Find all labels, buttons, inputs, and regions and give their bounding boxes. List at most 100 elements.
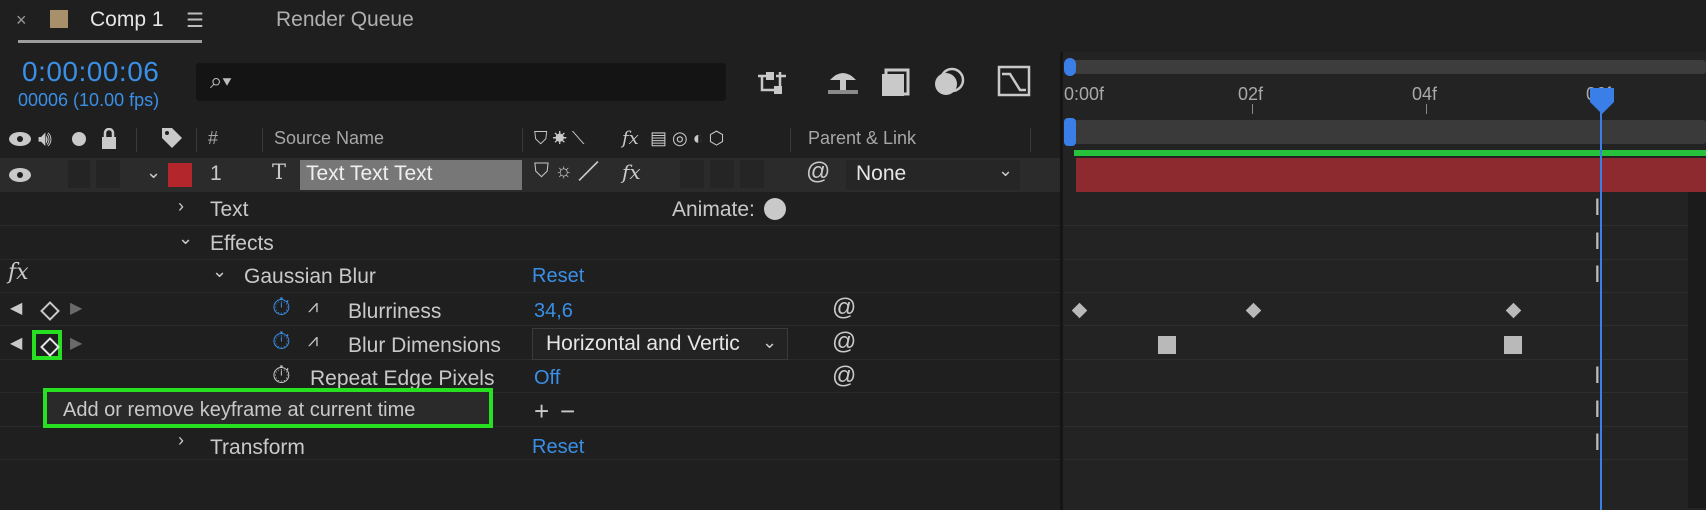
column-separator (262, 128, 263, 152)
prev-keyframe-icon[interactable]: ◀ (10, 298, 22, 318)
property-row-blur-dimensions (0, 326, 1062, 360)
timeline-dim-region (1688, 192, 1706, 508)
frame-count-display: 00006 (10.00 fps) (18, 90, 160, 110)
column-separator (522, 128, 523, 152)
blurriness-value[interactable]: 34,6 (534, 300, 573, 323)
ruler-tick (1426, 104, 1427, 114)
property-row-text (0, 192, 1062, 226)
current-time-display[interactable]: 0:00:00:06 (22, 56, 159, 88)
chevron-down-icon[interactable]: ⌄ (762, 332, 777, 353)
property-row-effects (0, 226, 1062, 260)
prev-keyframe-icon[interactable]: ◀ (10, 333, 22, 353)
chevron-down-icon[interactable]: ⌄ (178, 228, 193, 249)
pick-whip-icon[interactable]: @ (832, 328, 856, 356)
graph-editor-icon[interactable] (996, 64, 1032, 98)
hold-keyframe-marker[interactable] (1504, 336, 1522, 354)
layer-index: 1 (210, 162, 222, 185)
parent-value[interactable]: None (856, 162, 906, 186)
playhead-marker-icon[interactable] (1588, 86, 1616, 116)
cache-bar (1074, 150, 1706, 156)
tab-render-queue[interactable]: Render Queue (276, 8, 414, 32)
effect-gaussian-blur[interactable]: Gaussian Blur (244, 265, 376, 289)
column-separator (196, 128, 197, 152)
layer-duration-bar[interactable] (1076, 158, 1706, 192)
transform-reset-link[interactable]: Reset (532, 436, 584, 459)
next-keyframe-icon[interactable]: ▶ (70, 298, 82, 318)
repeat-edge-value[interactable]: Off (534, 367, 560, 390)
chevron-right-icon[interactable]: › (178, 430, 184, 451)
stopwatch-icon[interactable]: ⏱ (272, 362, 291, 390)
lock-toggle[interactable] (96, 160, 120, 188)
frame-blending-icon[interactable] (880, 66, 912, 98)
stopwatch-icon[interactable]: ⏱ (272, 328, 291, 356)
animate-play-icon[interactable] (764, 198, 786, 220)
layer-switches[interactable]: ⛉ ☼ ╱ (534, 160, 598, 183)
panel-menu-icon[interactable]: ☰ (186, 8, 204, 33)
property-text[interactable]: Text (210, 198, 249, 222)
pick-whip-icon[interactable]: @ (832, 294, 856, 322)
search-input[interactable] (196, 63, 726, 101)
stopwatch-icon[interactable]: ⏱ (272, 294, 291, 322)
property-blur-dimensions: Blur Dimensions (348, 334, 501, 357)
layer-visibility-icon[interactable] (8, 166, 32, 184)
motion-blur-icon[interactable] (932, 66, 966, 98)
flowchart-icon[interactable] (756, 68, 792, 98)
shy-layers-icon[interactable] (826, 66, 860, 98)
lock-icon (102, 128, 116, 149)
next-keyframe-icon[interactable]: ▶ (70, 333, 82, 353)
property-transform[interactable]: Transform (210, 436, 305, 460)
time-navigator[interactable] (1070, 60, 1706, 74)
property-blurriness: Blurriness (348, 300, 442, 323)
timeline-row (1064, 226, 1706, 260)
chevron-down-icon[interactable]: ⌄ (998, 160, 1013, 181)
timeline-row (1064, 359, 1706, 393)
ruler-label: 0:00f (1064, 84, 1105, 104)
search-icon: ⌕▾ (210, 68, 232, 93)
animate-label: Animate: (672, 198, 755, 221)
hold-keyframe-marker[interactable] (1158, 336, 1176, 354)
ruler-label: 02f (1238, 84, 1264, 104)
switches-header-icons-2: ▤ ◎ ◐ ⬡ (650, 128, 725, 148)
pick-whip-icon[interactable]: @ (832, 362, 856, 390)
timeline-row (1064, 393, 1706, 427)
switch-cell[interactable] (740, 160, 764, 188)
add-effect-icon[interactable]: + (534, 396, 549, 427)
graph-icon[interactable]: ⩘ (308, 330, 318, 351)
layer-name[interactable]: Text Text Text (306, 162, 432, 186)
panel-divider[interactable] (1060, 52, 1063, 510)
graph-icon[interactable]: ⩘ (308, 296, 318, 317)
tooltip-text: Add or remove keyframe at current time (63, 399, 416, 421)
blur-dimensions-value[interactable]: Horizontal and Vertic (546, 332, 740, 356)
close-tab-icon[interactable]: × (16, 10, 27, 31)
tooltip: Add or remove keyframe at current time (43, 388, 493, 428)
switch-cell[interactable] (680, 160, 704, 188)
column-separator (790, 128, 791, 152)
timeline-row (1064, 426, 1706, 460)
work-area-bar[interactable] (1070, 120, 1706, 144)
timeline-row (1064, 292, 1706, 326)
column-separator (1030, 128, 1031, 152)
work-area-start-handle[interactable] (1064, 118, 1076, 146)
property-row-gaussian-blur (0, 259, 1062, 293)
playhead-line[interactable] (1600, 90, 1602, 510)
layer-collapse-icon[interactable]: ⌄ (146, 162, 161, 183)
layer-label-color[interactable] (168, 163, 192, 187)
pick-whip-icon[interactable]: @ (806, 158, 830, 186)
tab-comp-1[interactable]: Comp 1 (90, 8, 164, 32)
property-row-transform (0, 426, 1062, 460)
switch-cell[interactable] (710, 160, 734, 188)
column-number: # (208, 128, 219, 148)
property-effects[interactable]: Effects (210, 232, 274, 256)
column-source-name[interactable]: Source Name (274, 128, 384, 149)
switches-header-icons: ⛉ ☀ ⟍ (534, 128, 585, 148)
layer-fx-switch[interactable]: fx (622, 160, 641, 184)
video-visibility-icon (9, 132, 31, 146)
chevron-down-icon[interactable]: ⌄ (212, 261, 227, 282)
gaussian-reset-link[interactable]: Reset (532, 265, 584, 288)
navigator-start-handle[interactable] (1064, 58, 1076, 76)
remove-effect-icon[interactable]: − (560, 396, 575, 427)
chevron-right-icon[interactable]: › (178, 196, 184, 217)
solo-toggle[interactable] (68, 160, 90, 188)
active-tab-underline (18, 40, 202, 43)
fx-enable-icon[interactable]: fx (8, 260, 29, 285)
